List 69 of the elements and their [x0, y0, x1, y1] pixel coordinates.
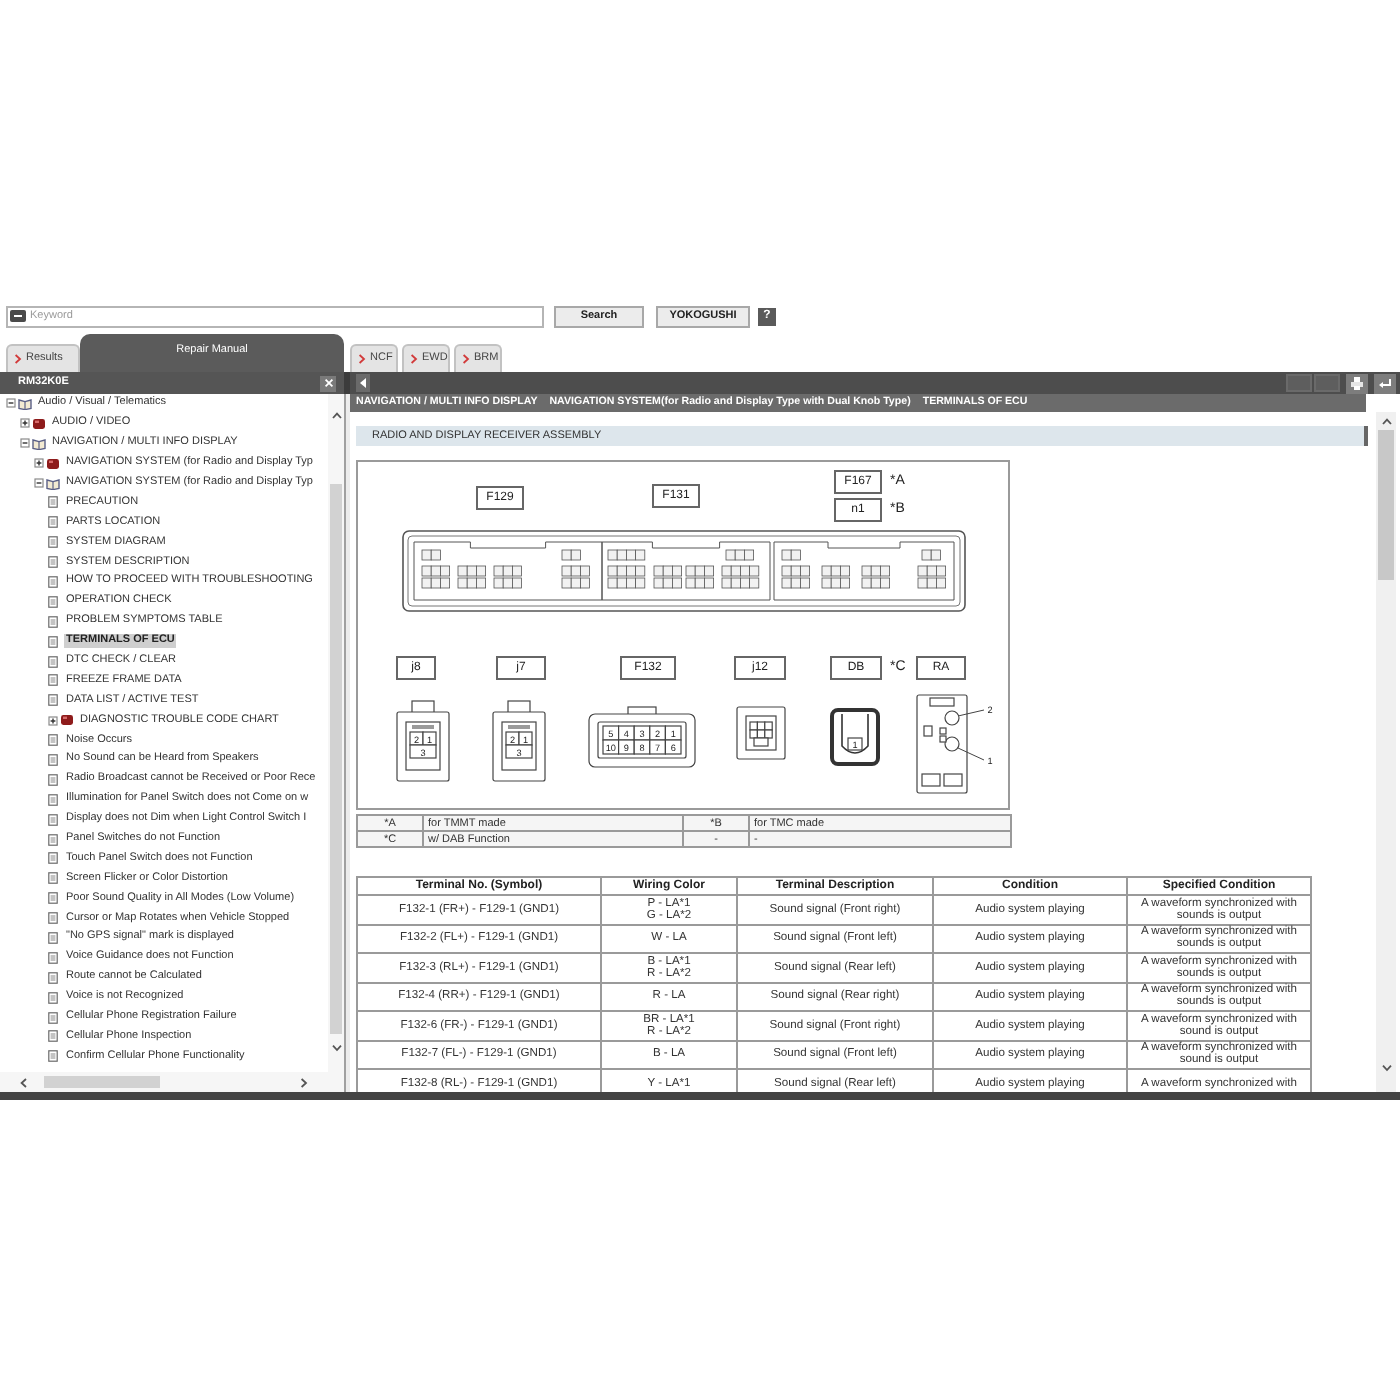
document-icon — [48, 516, 58, 529]
document-icon — [48, 1011, 58, 1024]
minus-icon[interactable] — [20, 438, 30, 449]
chevron-up-icon[interactable] — [1381, 418, 1391, 426]
document-icon — [48, 872, 58, 885]
chevron-icon — [462, 354, 470, 364]
document-icon — [48, 1030, 58, 1043]
chevron-icon — [14, 354, 22, 364]
plus-icon[interactable] — [48, 715, 58, 726]
scrollbar-thumb[interactable] — [1378, 430, 1394, 580]
scrollbar[interactable] — [328, 394, 344, 1072]
open-book-icon — [18, 397, 32, 410]
document-icon — [48, 753, 58, 766]
document-icon — [48, 734, 58, 747]
plus-icon[interactable] — [20, 418, 30, 429]
document-icon — [48, 556, 58, 569]
document-icon — [48, 575, 58, 588]
closed-book-icon — [32, 417, 46, 430]
document-icon — [48, 615, 58, 628]
closed-book-icon — [60, 714, 74, 727]
document-icon — [48, 852, 58, 865]
collapse-button[interactable] — [356, 374, 370, 392]
scrollbar-thumb[interactable] — [44, 1076, 160, 1088]
document-icon — [48, 971, 58, 984]
chevron-icon — [410, 354, 418, 364]
open-book-icon — [46, 477, 60, 489]
open-book-icon — [32, 437, 46, 450]
scrollbar-thumb[interactable] — [330, 484, 342, 1034]
close-button[interactable] — [320, 375, 336, 391]
print-button[interactable] — [1346, 373, 1368, 393]
document-icon — [48, 931, 58, 944]
document-icon — [48, 674, 58, 687]
leader-line — [957, 709, 985, 717]
document-icon — [48, 595, 58, 608]
document-icon — [48, 951, 58, 964]
document-icon — [48, 655, 58, 668]
document-icon — [48, 496, 58, 509]
plus-icon[interactable] — [34, 458, 44, 469]
document-icon — [48, 793, 58, 806]
document-icon — [48, 912, 58, 925]
scrollbar[interactable] — [0, 1072, 344, 1092]
minus-icon — [10, 310, 26, 322]
document-icon — [48, 833, 58, 846]
chevron-down-icon[interactable] — [1381, 1064, 1391, 1072]
chevron-left-icon[interactable] — [20, 1077, 28, 1087]
chevron-up-icon[interactable] — [331, 412, 341, 420]
document-icon — [48, 536, 58, 549]
return-button[interactable] — [1374, 373, 1396, 393]
document-icon — [48, 813, 58, 826]
document-icon — [48, 773, 58, 786]
document-icon — [48, 1050, 58, 1063]
chevron-down-icon[interactable] — [331, 1044, 341, 1052]
document-icon — [48, 892, 58, 905]
closed-book-icon — [46, 457, 60, 470]
chevron-right-icon[interactable] — [300, 1077, 308, 1087]
connector-drawing — [916, 694, 968, 794]
minus-icon[interactable] — [6, 398, 16, 409]
document-icon — [48, 635, 58, 648]
document-icon — [48, 694, 58, 707]
chevron-icon — [358, 354, 366, 364]
close-icon — [323, 378, 333, 388]
printer-icon — [1350, 376, 1364, 390]
document-icon — [48, 991, 58, 1004]
return-arrow-icon — [1378, 377, 1392, 389]
scrollbar[interactable] — [1376, 412, 1396, 1092]
connector-drawing — [736, 706, 786, 760]
leader-line — [957, 747, 985, 761]
caret-left-icon — [360, 378, 366, 388]
minus-icon[interactable] — [34, 478, 44, 488]
